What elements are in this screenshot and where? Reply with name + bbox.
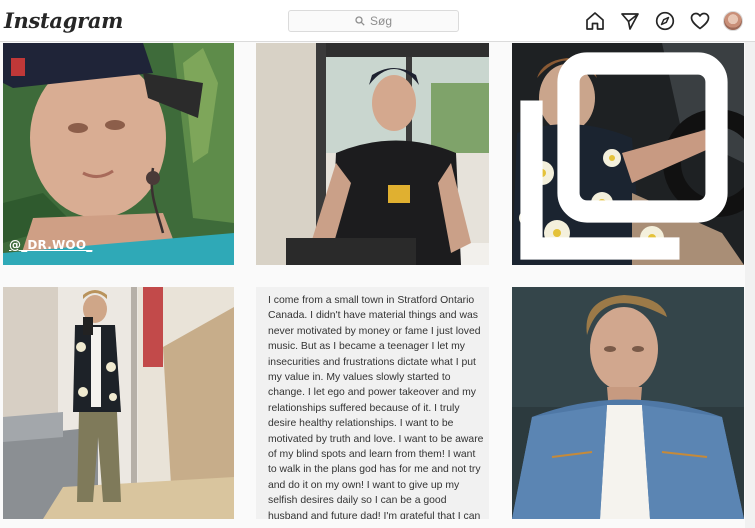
search-input[interactable]: Søg xyxy=(288,10,459,32)
direct-message-icon[interactable] xyxy=(619,10,641,32)
search-placeholder: Søg xyxy=(369,14,392,28)
post-caption-text: I come from a small town in Stratford On… xyxy=(268,295,484,519)
profile-avatar[interactable] xyxy=(723,11,743,31)
home-icon[interactable] xyxy=(584,10,606,32)
photo-tag-label: @_DR.WOO_ xyxy=(9,238,93,252)
activity-heart-icon[interactable] xyxy=(689,10,711,32)
post-tile-2[interactable] xyxy=(256,43,489,265)
top-navigation-bar: Instagram Søg xyxy=(0,0,755,42)
post-photo-4 xyxy=(3,287,234,519)
scrollbar[interactable] xyxy=(745,42,755,528)
post-photo-1 xyxy=(3,43,234,265)
multi-photo-icon xyxy=(520,52,728,260)
post-tile-5[interactable]: I come from a small town in Stratford On… xyxy=(256,287,489,519)
instagram-logo[interactable]: Instagram xyxy=(4,7,123,35)
post-photo-2 xyxy=(256,43,489,265)
post-photo-6 xyxy=(512,287,744,519)
post-tile-6[interactable] xyxy=(512,287,744,519)
post-tile-4[interactable] xyxy=(3,287,234,519)
post-tile-1[interactable]: @_DR.WOO_ xyxy=(3,43,234,265)
post-tile-3[interactable] xyxy=(512,43,744,265)
explore-compass-icon[interactable] xyxy=(654,10,676,32)
search-icon xyxy=(355,16,365,26)
